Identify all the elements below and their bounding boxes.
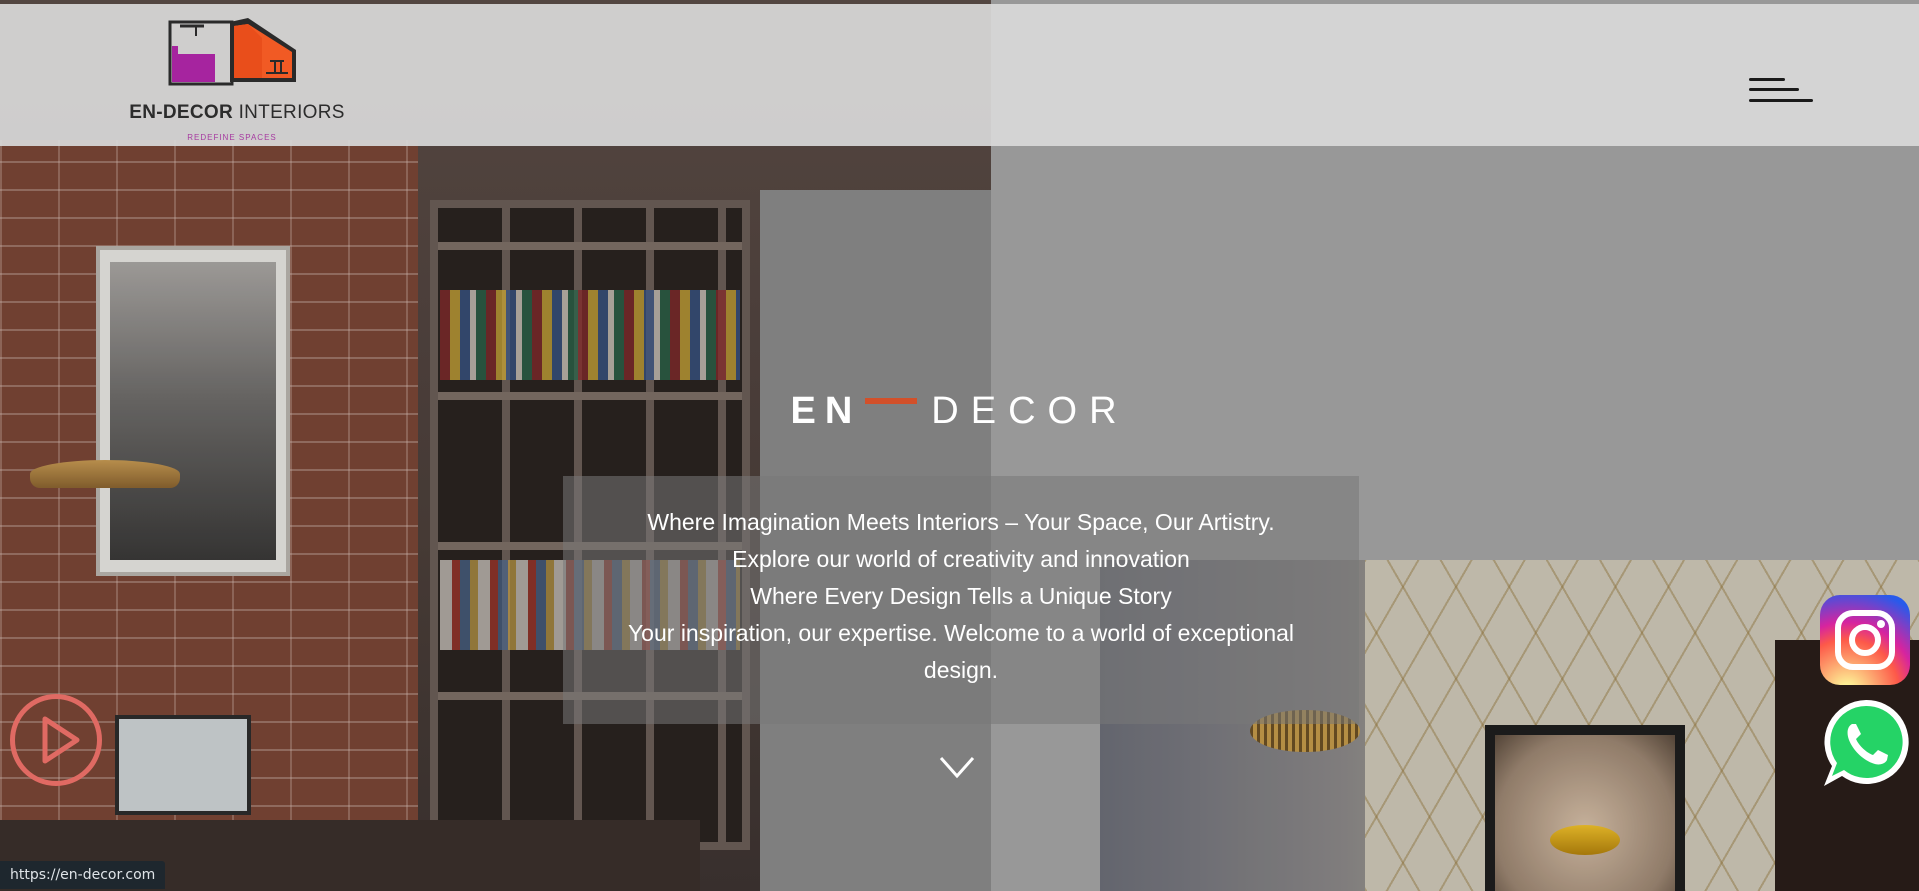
hamburger-menu-icon[interactable]: [1745, 72, 1813, 112]
hero-tagline: Where Imagination Meets Interiors – Your…: [563, 504, 1359, 689]
tagline-line: design.: [923, 657, 999, 683]
tagline-line: Where Every Design Tells a Unique Story: [750, 583, 1172, 609]
menu-line: [1749, 99, 1813, 102]
instagram-icon[interactable]: [1820, 595, 1910, 685]
site-logo[interactable]: EN-DECOR INTERIORS REDEFINE SPACES: [122, 16, 352, 146]
play-icon[interactable]: [10, 694, 102, 786]
tagline-line: Explore our world of creativity and inno…: [732, 546, 1190, 572]
menu-line: [1749, 88, 1799, 91]
site-header: EN-DECOR INTERIORS REDEFINE SPACES: [0, 4, 1919, 146]
hero-brand-title: EN DECOR: [0, 390, 1919, 433]
play-triangle-icon: [42, 716, 80, 764]
brand-dash: [865, 398, 918, 404]
logo-house-icon: [168, 18, 296, 86]
instagram-glyph-icon: [1835, 610, 1895, 670]
chevron-down-icon[interactable]: [938, 754, 976, 780]
brand-decor: DECOR: [931, 390, 1129, 432]
tagline-line: Your inspiration, our expertise. Welcome…: [627, 620, 1295, 646]
logo-name: EN-DECOR INTERIORS: [129, 102, 345, 123]
tagline-line: Where Imagination Meets Interiors – Your…: [647, 509, 1275, 535]
status-bar-url: https://en-decor.com: [0, 861, 166, 889]
brand-en: EN: [790, 390, 862, 432]
whatsapp-icon[interactable]: [1818, 696, 1914, 792]
menu-line: [1749, 78, 1785, 81]
logo-tagline: REDEFINE SPACES: [187, 133, 277, 142]
